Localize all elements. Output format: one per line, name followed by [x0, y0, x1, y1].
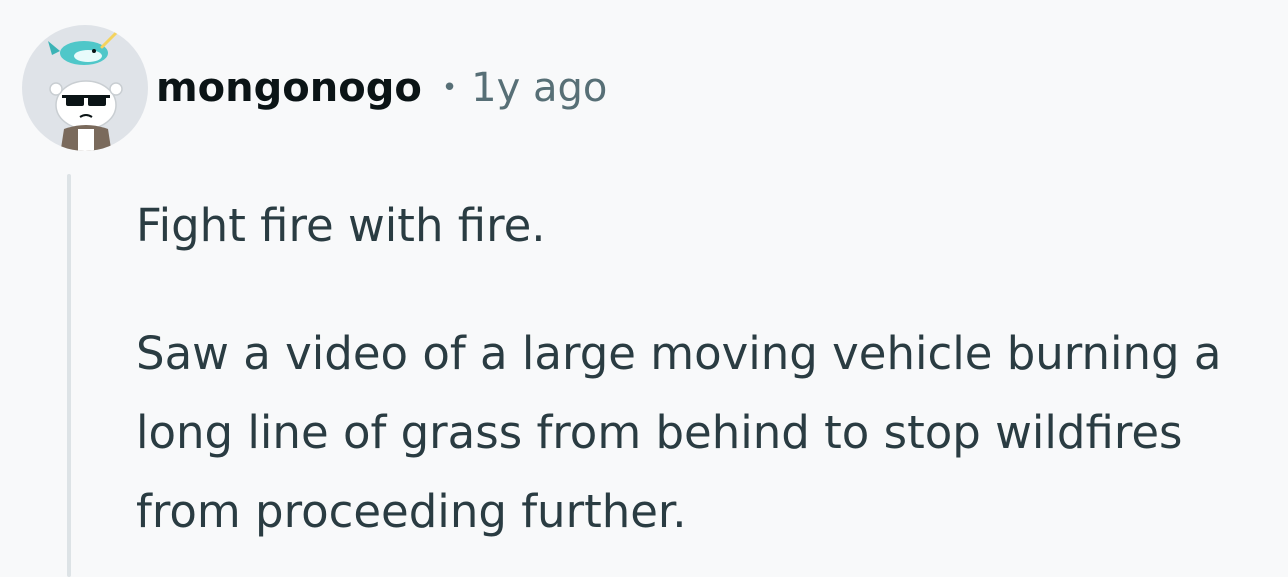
- comment-timestamp[interactable]: 1y ago: [471, 68, 607, 108]
- comment: mongonogo • 1y ago Fight fire with fire.…: [0, 0, 1288, 577]
- meta-separator: •: [441, 73, 458, 103]
- narwhal-hat-icon: [48, 29, 120, 65]
- comment-paragraph: Saw a video of a large moving vehicle bu…: [136, 327, 1222, 538]
- thread-line[interactable]: [67, 174, 71, 577]
- author-username[interactable]: mongonogo: [156, 68, 422, 108]
- comment-body: Fight fire with fire. Saw a video of a l…: [136, 186, 1276, 551]
- comment-paragraph: Fight fire with fire.: [136, 199, 546, 252]
- user-avatar[interactable]: [22, 25, 148, 151]
- snoo-avatar-icon: [48, 29, 123, 151]
- comment-header: mongonogo • 1y ago: [22, 24, 607, 152]
